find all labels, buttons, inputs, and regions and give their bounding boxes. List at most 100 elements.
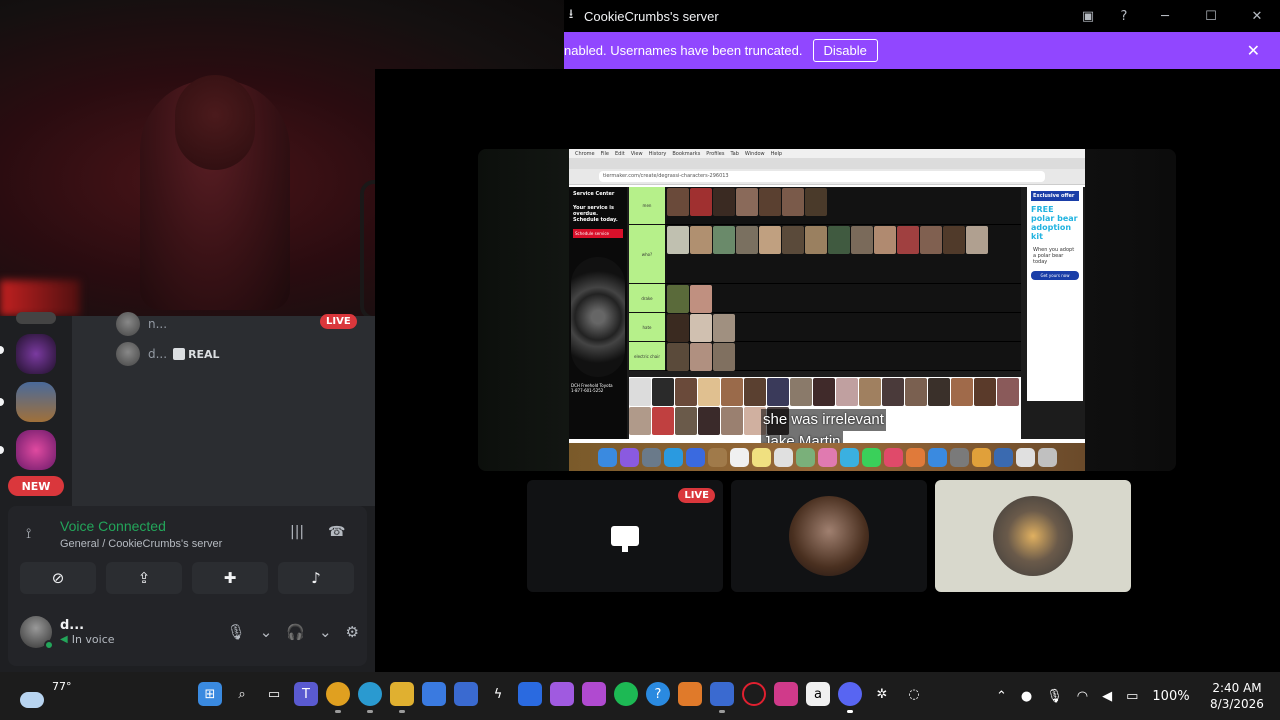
stream-stage: Chrome File Edit View History Bookmarks … <box>375 69 1280 672</box>
character-photo <box>667 226 689 254</box>
close-icon[interactable]: ✕ <box>1247 41 1260 60</box>
file-explorer-icon[interactable] <box>390 682 414 713</box>
minimize-button[interactable]: ─ <box>1142 0 1188 32</box>
copilot-icon[interactable] <box>550 682 574 706</box>
tier-list-page: Service Center Your service is overdue. … <box>569 187 1085 453</box>
new-badge[interactable]: NEW <box>8 476 64 496</box>
reminders-icon <box>773 447 793 467</box>
character-photo <box>721 378 743 406</box>
instagram-icon[interactable] <box>774 682 798 706</box>
dropbox-icon[interactable] <box>518 682 542 706</box>
bolt-icon[interactable]: ϟ <box>486 682 510 706</box>
server-icon[interactable] <box>16 382 56 422</box>
participant-tile[interactable] <box>731 480 927 592</box>
copilot-pro-icon[interactable] <box>582 682 606 706</box>
tier-row: ⚙ <box>665 284 1039 313</box>
launchpad-icon <box>641 447 661 467</box>
chatgpt-icon[interactable]: ✲ <box>870 682 894 706</box>
character-photo <box>690 188 712 216</box>
camera-off-button[interactable]: ⊘ <box>20 562 96 594</box>
character-photo <box>951 378 973 406</box>
subtitle-line: she was irrelevant <box>761 409 886 431</box>
amazon-icon[interactable]: a <box>806 682 830 706</box>
character-photo <box>713 314 735 342</box>
character-photo <box>813 378 835 406</box>
menu-item: Bookmarks <box>672 150 701 157</box>
disconnect-icon[interactable]: ☎ <box>328 524 345 540</box>
download-icon[interactable]: ⭳ <box>564 7 578 23</box>
task-view-icon[interactable]: ▭ <box>262 682 286 706</box>
browser-tab-strip <box>569 158 1085 169</box>
search-icon[interactable]: ⌕ <box>230 682 254 706</box>
mail-icon[interactable] <box>454 682 478 706</box>
notice-bar: nabled. Usernames have been truncated. D… <box>564 32 1280 69</box>
voice-user[interactable]: d... REAL <box>116 342 220 366</box>
voice-user[interactable]: n... <box>116 312 167 336</box>
brave-icon[interactable] <box>678 682 702 706</box>
close-button[interactable]: ✕ <box>1234 0 1280 32</box>
character-photo <box>713 188 735 216</box>
maximize-button[interactable]: ☐ <box>1188 0 1234 32</box>
username[interactable]: d... <box>60 618 115 633</box>
gear-icon[interactable]: ⚙ <box>346 623 359 641</box>
screen-share-video[interactable]: Chrome File Edit View History Bookmarks … <box>569 149 1085 471</box>
noise-suppression-icon[interactable]: ||| <box>290 524 304 540</box>
screen-share-button[interactable]: ⇪ <box>106 562 182 594</box>
character-photo <box>675 407 697 435</box>
volume-icon[interactable]: ◀ <box>1102 689 1112 704</box>
opera-icon[interactable] <box>742 682 766 706</box>
start-icon[interactable]: ⊞ <box>198 682 222 706</box>
microphone-icon[interactable]: 🎙 <box>227 623 246 641</box>
chrome-icon[interactable] <box>326 682 350 713</box>
system-tray: ⌃ ● 🎙 ◠ ◀ ▭ 100% <box>996 672 1190 720</box>
tier-row: ⚙ <box>665 225 1039 284</box>
live-badge: LIVE <box>320 314 357 329</box>
server-icon[interactable] <box>16 430 56 470</box>
app-icon[interactable]: ◌ <box>902 682 926 706</box>
ad-right: Exclusive offer FREE polar bear adoption… <box>1027 187 1083 401</box>
disable-button[interactable]: Disable <box>812 39 878 62</box>
server-icon[interactable] <box>16 312 56 324</box>
edge-icon[interactable] <box>358 682 382 713</box>
voice-channel-name[interactable]: General / CookieCrumbs's server <box>60 538 222 550</box>
microphone-icon[interactable]: 🎙 <box>1046 689 1063 704</box>
chevron-up-icon[interactable]: ⌃ <box>996 689 1007 704</box>
inbox-icon[interactable]: ▣ <box>1070 0 1106 32</box>
character-photo <box>667 188 689 216</box>
teams-icon[interactable]: T <box>294 682 318 706</box>
stream-tile[interactable]: LIVE <box>527 480 723 592</box>
voice-status[interactable]: Voice Connected <box>60 518 166 534</box>
mail-icon <box>685 447 705 467</box>
tier-row: ⚙ <box>665 342 1039 371</box>
battery-icon[interactable]: ▭ <box>1126 689 1138 704</box>
chevron-down-icon[interactable]: ⌄ <box>319 623 332 641</box>
tier-label: who? <box>629 225 665 284</box>
server-icon[interactable] <box>16 334 56 374</box>
wifi-icon[interactable]: ◠ <box>1077 689 1088 704</box>
app-tray-icon[interactable]: ● <box>1021 689 1032 704</box>
role-tag-label: REAL <box>188 347 220 361</box>
remote-icon[interactable] <box>710 682 734 713</box>
character-photo <box>736 188 758 216</box>
character-photo <box>805 226 827 254</box>
character-photo <box>690 343 712 371</box>
avatar[interactable] <box>20 616 54 650</box>
signal-icon[interactable]: ⟟ <box>26 526 31 542</box>
avatar <box>116 312 140 336</box>
character-photo <box>851 226 873 254</box>
chevron-down-icon[interactable]: ⌄ <box>260 623 273 641</box>
mac-menubar: Chrome File Edit View History Bookmarks … <box>569 149 1085 158</box>
help-icon[interactable]: ? <box>646 682 670 706</box>
store-icon[interactable] <box>422 682 446 706</box>
help-icon[interactable]: ? <box>1106 0 1142 32</box>
weather-widget[interactable]: 77° <box>20 680 72 708</box>
clock[interactable]: 2:40 AM 8/3/2026 <box>1204 680 1270 712</box>
participant-tile[interactable] <box>935 480 1131 592</box>
activities-button[interactable]: ✚ <box>192 562 268 594</box>
headphones-icon[interactable]: 🎧 <box>286 623 305 641</box>
discord-icon[interactable] <box>838 682 862 713</box>
character-photo <box>759 226 781 254</box>
spotify-icon[interactable] <box>614 682 638 706</box>
soundboard-button[interactable]: ♪ <box>278 562 354 594</box>
tier-labels: men who? drake hate electric chair <box>629 187 665 371</box>
